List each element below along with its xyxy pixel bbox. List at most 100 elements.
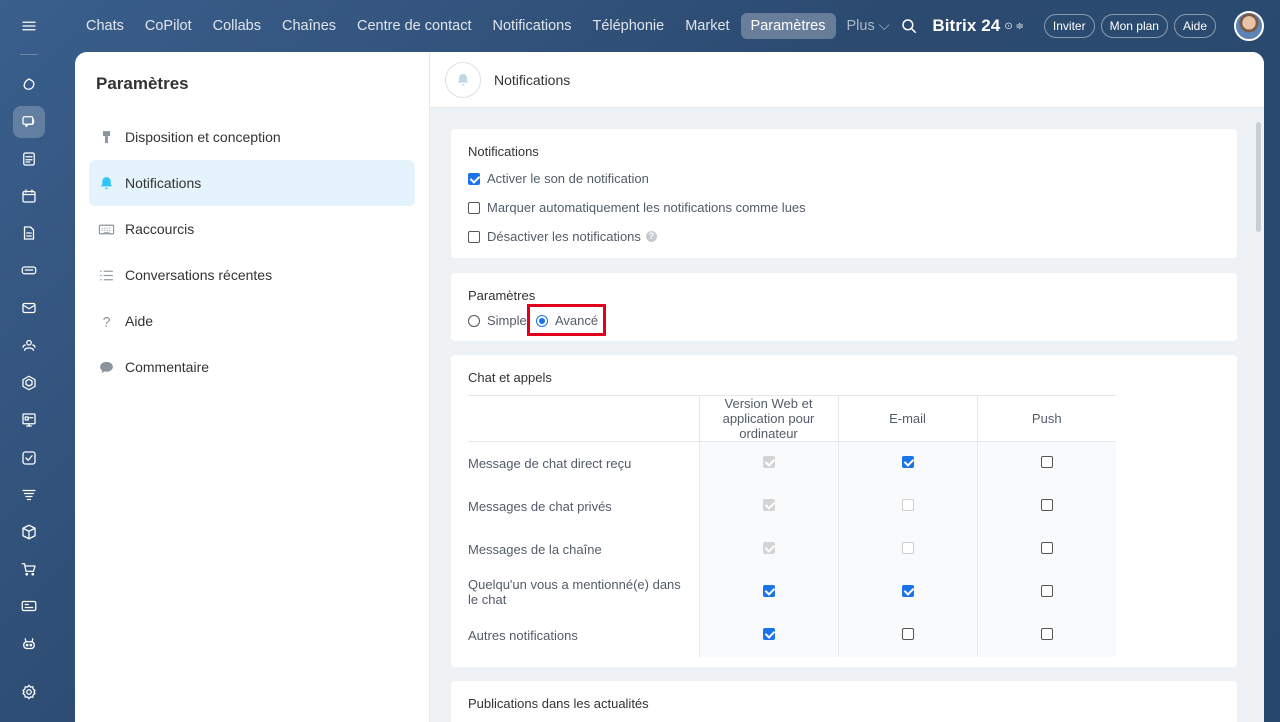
hexagon-icon[interactable] — [13, 367, 45, 399]
sidebar-item-2[interactable]: Notifications — [89, 160, 415, 206]
column-web-app: Version Web et application pour ordinate… — [698, 395, 838, 442]
sound-checkbox[interactable]: Activer le son de notification — [468, 171, 649, 186]
row-label: Messages de la chaîne — [468, 541, 602, 557]
mode-simple-radio-circle[interactable] — [468, 314, 480, 327]
disable-notifications-checkbox-box[interactable] — [468, 230, 480, 243]
cell-web-app — [698, 613, 838, 657]
email-checkbox[interactable] — [901, 455, 914, 468]
cell-web-app — [698, 484, 838, 528]
web-app-checkbox[interactable] — [762, 627, 775, 640]
mode-simple-radio[interactable]: Simple — [468, 313, 527, 328]
contacts-icon[interactable] — [13, 329, 45, 361]
email-checkbox[interactable] — [901, 627, 914, 640]
sidebar-item-3[interactable]: Raccourcis — [89, 206, 415, 252]
mail-icon[interactable] — [13, 292, 45, 324]
web-app-checkbox[interactable] — [762, 584, 775, 597]
push-checkbox[interactable] — [1040, 455, 1053, 468]
news-card-title: Publications dans les actualités — [468, 696, 649, 711]
comment-icon — [97, 358, 115, 376]
sidebar-item-5[interactable]: ? Aide — [89, 298, 415, 344]
sidebar-item-4[interactable]: Conversations récentes — [89, 252, 415, 298]
sidebar-item-label: Conversations récentes — [125, 267, 273, 283]
tasks-icon[interactable] — [13, 442, 45, 474]
tab-chaînes[interactable]: Chaînes — [272, 13, 346, 39]
funnel-icon[interactable] — [13, 479, 45, 511]
notifications-card: Notifications Activer le son de notifica… — [451, 129, 1237, 258]
brand-logo[interactable]: Bitrix 24 — [932, 16, 1000, 36]
auto-read-checkbox[interactable]: Marquer automatiquement les notification… — [468, 200, 806, 215]
table-row: Quelqu'un vous a mentionné(e) dans le ch… — [468, 570, 1116, 614]
sound-checkbox-box[interactable] — [468, 172, 480, 185]
tab-plus[interactable]: Plus ⌵ — [837, 13, 900, 39]
copilot-icon[interactable] — [13, 69, 45, 101]
cell-email — [837, 613, 977, 657]
robot-icon[interactable] — [13, 628, 45, 660]
left-rail — [0, 0, 58, 722]
feed-icon[interactable] — [13, 143, 45, 175]
table-row: Autres notifications — [468, 613, 1116, 657]
disable-notifications-checkbox[interactable]: Désactiver les notifications ? — [468, 229, 657, 244]
table-header-empty — [468, 395, 699, 442]
cell-email — [837, 484, 977, 528]
main-panel: Paramètres Disposition et conception Noti… — [75, 52, 1264, 722]
box-icon[interactable] — [13, 516, 45, 548]
tab-paramètres[interactable]: Paramètres — [740, 13, 836, 39]
tab-notifications[interactable]: Notifications — [482, 13, 581, 39]
news-card: Publications dans les actualités — [451, 681, 1237, 722]
chat-calls-card: Chat et appels Version Web et applicatio… — [451, 355, 1237, 667]
tab-chats[interactable]: Chats — [76, 13, 134, 39]
auto-read-checkbox-box[interactable] — [468, 201, 480, 214]
sidebar-item-1[interactable]: Disposition et conception — [89, 114, 415, 160]
calendar-icon[interactable] — [13, 180, 45, 212]
scrollbar[interactable] — [1256, 122, 1261, 232]
push-checkbox[interactable] — [1040, 498, 1053, 511]
email-checkbox — [901, 541, 914, 554]
sidebar-item-label: Disposition et conception — [125, 129, 281, 145]
keyboard-icon — [97, 220, 115, 238]
tab-copilot[interactable]: CoPilot — [135, 13, 202, 39]
card-icon[interactable] — [13, 590, 45, 622]
sound-checkbox-label: Activer le son de notification — [487, 171, 649, 186]
cell-push — [976, 613, 1116, 657]
question-icon: ? — [97, 312, 115, 330]
list-icon — [97, 266, 115, 284]
email-checkbox[interactable] — [901, 584, 914, 597]
settings-gear-icon[interactable] — [13, 676, 45, 708]
table-row: Messages de chat privés — [468, 484, 1116, 528]
avatar[interactable] — [1234, 11, 1264, 41]
email-checkbox — [901, 498, 914, 511]
cell-push — [976, 527, 1116, 571]
disable-notifications-label: Désactiver les notifications — [487, 229, 641, 244]
my-plan-button[interactable]: Mon plan — [1100, 14, 1168, 38]
cart-icon[interactable] — [13, 553, 45, 585]
help-button[interactable]: Aide — [1173, 14, 1216, 38]
help-icon[interactable]: ? — [645, 231, 657, 242]
top-right-bar: Bitrix 24 ⊙ ≑ Inviter Mon plan Aide — [894, 9, 1264, 43]
document-icon[interactable] — [13, 217, 45, 249]
brand-status-icon[interactable]: ⊙ ≑ — [1004, 21, 1024, 32]
tab-centre-de-contact[interactable]: Centre de contact — [347, 13, 481, 39]
cell-email — [837, 527, 977, 571]
settings-content: Notifications Notifications Activer le s… — [430, 52, 1264, 722]
cell-push — [976, 484, 1116, 528]
web-app-checkbox — [762, 455, 775, 468]
cell-web-app — [698, 441, 838, 485]
tab-collabs[interactable]: Collabs — [203, 13, 271, 39]
highlight-frame — [527, 304, 606, 336]
row-label: Messages de chat privés — [468, 498, 612, 514]
sidebar-item-6[interactable]: Commentaire — [89, 344, 415, 390]
board-icon[interactable] — [13, 404, 45, 436]
chat-icon[interactable] — [13, 106, 45, 138]
push-checkbox[interactable] — [1040, 627, 1053, 640]
bell-icon — [97, 174, 115, 192]
sidebar-item-label: Notifications — [125, 175, 202, 191]
mode-simple-label: Simple — [487, 313, 527, 328]
invite-button[interactable]: Inviter — [1043, 14, 1095, 38]
push-checkbox[interactable] — [1040, 584, 1053, 597]
menu-icon[interactable] — [13, 10, 45, 42]
push-checkbox[interactable] — [1040, 541, 1053, 554]
tab-téléphonie[interactable]: Téléphonie — [582, 13, 674, 39]
drive-icon[interactable] — [13, 254, 45, 286]
tab-market[interactable]: Market — [675, 13, 739, 39]
search-icon[interactable] — [894, 11, 924, 41]
